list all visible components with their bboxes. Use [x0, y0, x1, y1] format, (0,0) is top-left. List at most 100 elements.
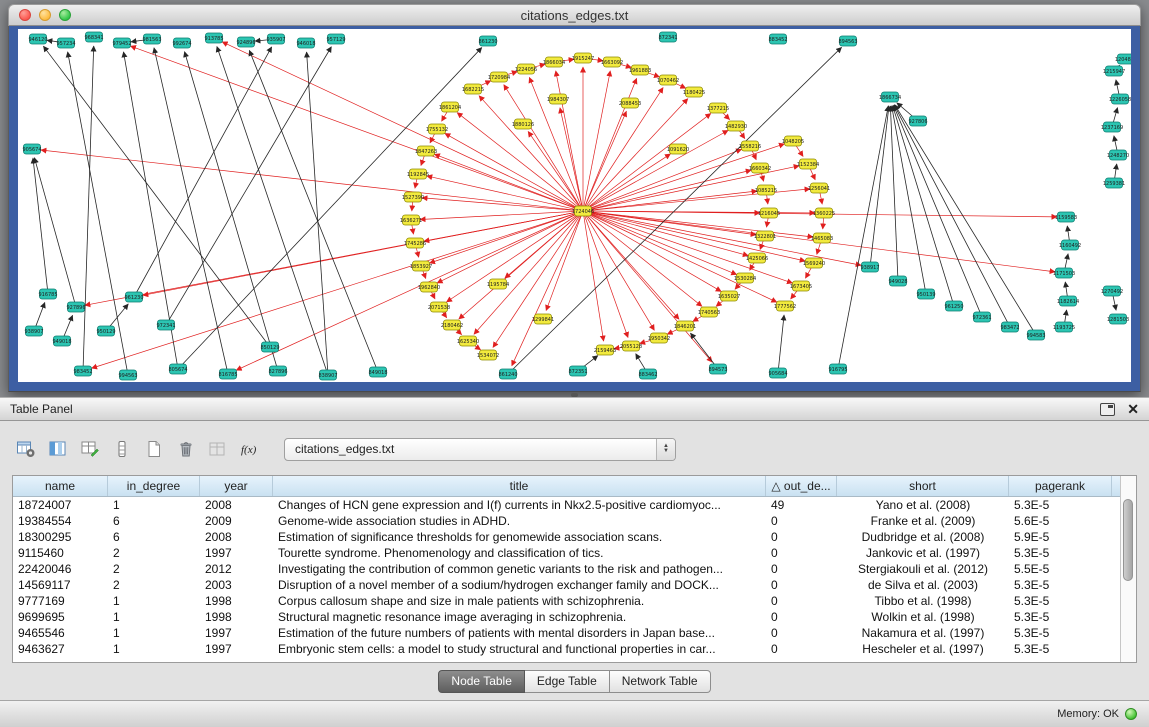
graph-node[interactable]: 872351	[568, 366, 587, 376]
graph-node[interactable]: 949018	[52, 336, 71, 346]
graph-node[interactable]: 1866034	[543, 57, 565, 67]
graph-node[interactable]: 1861204	[439, 102, 461, 112]
table-selector[interactable]: citations_edges.txt ▲▼	[284, 438, 676, 461]
column-header[interactable]: in_degree	[108, 476, 200, 496]
graph-node[interactable]: 894573	[708, 364, 727, 374]
graph-node[interactable]: 1360225	[813, 208, 835, 218]
graph-node[interactable]: 805674	[168, 364, 187, 374]
graph-node[interactable]: 916785	[38, 289, 57, 299]
graph-node[interactable]: 961230	[124, 292, 143, 302]
graph-node[interactable]: 2180462	[441, 320, 463, 330]
graph-node[interactable]: 1984307	[547, 94, 569, 104]
graph-node[interactable]: 1777562	[774, 301, 796, 311]
graph-node[interactable]: 1224056	[515, 64, 537, 74]
graph-node[interactable]: 905674	[22, 144, 41, 154]
graph-node[interactable]: 1425066	[746, 253, 768, 263]
graph-node[interactable]: 1847263	[415, 146, 437, 156]
graph-node[interactable]: 946120	[28, 34, 47, 44]
graph-node[interactable]: 994583	[1026, 330, 1045, 340]
graph-node[interactable]: 972341	[156, 320, 175, 330]
graph-node[interactable]: 883462	[638, 369, 657, 379]
graph-node[interactable]: 1281503	[1107, 314, 1129, 324]
tab-network-table[interactable]: Network Table	[610, 670, 711, 693]
graph-node[interactable]: 1215947	[1103, 66, 1125, 76]
graph-node[interactable]: 979452	[112, 38, 131, 48]
column-header[interactable]: name	[13, 476, 108, 496]
graph-node[interactable]: 1091620	[667, 144, 689, 154]
float-panel-icon[interactable]	[1100, 403, 1115, 416]
graph-node[interactable]: 849018	[368, 367, 387, 377]
graph-node[interactable]: 827896	[268, 366, 287, 376]
graph-node[interactable]: 1915247	[572, 53, 594, 63]
graph-node[interactable]: 1755132	[426, 124, 448, 134]
graph-node[interactable]: 938907	[24, 326, 43, 336]
graph-node[interactable]: 1625340	[457, 336, 479, 346]
graph-node[interactable]: 1745286	[404, 238, 426, 248]
graph-node[interactable]: 994563	[118, 370, 137, 380]
table-row[interactable]: 969969511998Structural magnetic resonanc…	[13, 609, 1120, 625]
graph-node[interactable]: 961250	[944, 301, 963, 311]
graph-node[interactable]: 1259381	[1103, 178, 1125, 188]
column-header[interactable]: △ out_de...	[766, 476, 837, 496]
table-row[interactable]: 977716911998Corpus callosum shape and si…	[13, 593, 1120, 609]
graph-node[interactable]: 1152384	[797, 159, 819, 169]
column-header[interactable]: short	[837, 476, 1009, 496]
graph-node[interactable]: 957129	[326, 34, 345, 44]
graph-node[interactable]: 1853927	[410, 261, 432, 271]
graph-node[interactable]: 968341	[84, 32, 103, 42]
graph-node[interactable]: 924896	[236, 37, 255, 47]
graph-node[interactable]: 1740563	[698, 307, 720, 317]
graph-node[interactable]: 883452	[768, 34, 787, 44]
graph-node[interactable]: 1636271	[400, 215, 422, 225]
graph-node[interactable]: 972361	[972, 312, 991, 322]
graph-node[interactable]: 2088453	[619, 98, 641, 108]
window-titlebar[interactable]: citations_edges.txt	[8, 4, 1141, 26]
graph-node[interactable]: 1530284	[734, 273, 756, 283]
graph-node[interactable]: 861240	[498, 369, 517, 379]
table-row[interactable]: 946554611997Estimation of the future num…	[13, 625, 1120, 641]
graph-node[interactable]: 1192845	[407, 169, 429, 179]
graph-node[interactable]: 1270492	[1101, 286, 1123, 296]
graph-node[interactable]: 850129	[260, 342, 279, 352]
graph-node[interactable]: 1558216	[739, 141, 761, 151]
network-view[interactable]: 1724046186120417551321847263119284515273…	[18, 29, 1131, 382]
graph-node[interactable]: 2055128	[620, 341, 642, 351]
graph-node[interactable]: 1171503	[1053, 268, 1075, 278]
graph-node[interactable]: 957234	[56, 38, 75, 48]
graph-node[interactable]: 981563	[142, 34, 161, 44]
graph-node[interactable]: 927896	[66, 302, 85, 312]
graph-node[interactable]: 1237169	[1101, 122, 1123, 132]
graph-node[interactable]: 1085215	[755, 185, 777, 195]
close-panel-icon[interactable]: ✕	[1127, 402, 1139, 416]
graph-node[interactable]: 916795	[828, 364, 847, 374]
graph-node[interactable]: 861230	[478, 36, 497, 46]
table-row[interactable]: 911546021997Tourette syndrome. Phenomeno…	[13, 545, 1120, 561]
close-window-button[interactable]	[19, 9, 31, 21]
graph-node[interactable]: 1204836	[1115, 54, 1131, 64]
graph-node[interactable]: 992674	[172, 38, 191, 48]
column-header[interactable]: title	[273, 476, 766, 496]
graph-node[interactable]: 1724046	[572, 206, 594, 216]
graph-node[interactable]: 1660342	[749, 163, 771, 173]
edit-table-button[interactable]	[76, 436, 103, 463]
graph-node[interactable]: 1682215	[462, 84, 484, 94]
graph-node[interactable]: 1160492	[1059, 240, 1081, 250]
tab-edge-table[interactable]: Edge Table	[525, 670, 610, 693]
graph-node[interactable]: 1226058	[1109, 94, 1131, 104]
graph-node[interactable]: 1048205	[782, 136, 804, 146]
graph-node[interactable]: 1377215	[707, 103, 729, 113]
graph-node[interactable]: 950139	[916, 289, 935, 299]
graph-node[interactable]: 1961883	[629, 65, 651, 75]
graph-node[interactable]: 1182614	[1057, 296, 1079, 306]
table-row[interactable]: 1872400712008Changes of HCN gene express…	[13, 497, 1120, 513]
graph-node[interactable]: 938917	[860, 262, 879, 272]
graph-node[interactable]: 1159583	[1055, 212, 1077, 222]
graph-node[interactable]: 1846201	[674, 321, 696, 331]
table-row[interactable]: 2242004622012Investigating the contribut…	[13, 561, 1120, 577]
graph-node[interactable]: 838907	[318, 370, 337, 380]
graph-node[interactable]: 1635027	[718, 291, 740, 301]
vertical-scrollbar[interactable]	[1120, 476, 1136, 662]
graph-node[interactable]: 1482930	[725, 121, 747, 131]
graph-node[interactable]: 816785	[218, 369, 237, 379]
show-columns-button[interactable]	[44, 436, 71, 463]
